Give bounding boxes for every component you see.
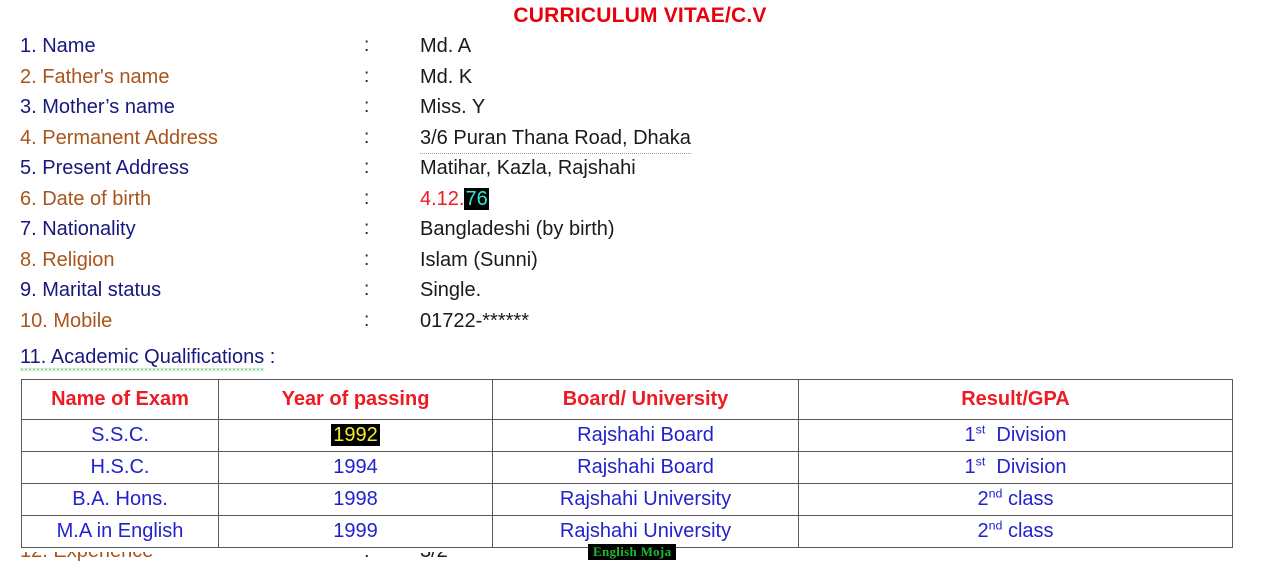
cell-result-main: 2 xyxy=(977,520,989,542)
table-header-result-gpa: Result/GPA xyxy=(798,379,1233,420)
cell-exam: B.A. Hons. xyxy=(21,483,219,516)
info-row-religion: 8. Religion : Islam (Sunni) xyxy=(0,245,1280,276)
cell-board: Rajshahi Board xyxy=(492,419,799,452)
cell-exam: M.A in English xyxy=(21,515,219,548)
cell-result: 1st Division xyxy=(798,451,1233,484)
table-header-board-university: Board/ University xyxy=(492,379,799,420)
cell-result-main: 1 xyxy=(964,456,976,478)
info-row-permanent-address: 4. Permanent Address : 3/6 Puran Thana R… xyxy=(0,123,1280,154)
info-colon-religion: : xyxy=(364,248,370,270)
info-value-present-address: Matihar, Kazla, Rajshahi xyxy=(420,157,636,179)
clipped-row-colon: : xyxy=(364,552,370,562)
info-label-mothers-name: 3. Mother’s name xyxy=(20,96,175,118)
cell-result-tail: Division xyxy=(996,456,1067,478)
cell-result: 1st Division xyxy=(798,419,1233,452)
info-colon-mothers-name: : xyxy=(364,96,370,117)
info-colon-fathers-name: : xyxy=(364,65,370,87)
info-label-name: 1. Name xyxy=(20,35,96,57)
cell-result-tail: Division xyxy=(996,424,1067,446)
academic-qualifications-heading-colon: : xyxy=(264,346,276,368)
clipped-row-value: 3/2 xyxy=(420,552,448,562)
cell-year: 1994 xyxy=(218,451,493,484)
watermark-english-moja: English Moja xyxy=(588,544,677,560)
info-value-date-of-birth: 4.12.76 xyxy=(420,184,489,215)
cell-board: Rajshahi Board xyxy=(492,451,799,484)
info-row-marital-status: 9. Marital status : Single. xyxy=(0,275,1280,306)
info-label-religion: 8. Religion xyxy=(20,248,115,271)
info-value-mobile: 01722-****** xyxy=(420,309,529,332)
cell-result: 2nd class xyxy=(798,515,1233,548)
cell-result-tail: class xyxy=(1007,488,1054,510)
info-row-fathers-name: 2. Father's name : Md. K xyxy=(0,62,1280,93)
cell-result-tail: class xyxy=(1007,520,1054,542)
info-label-nationality: 7. Nationality xyxy=(20,218,136,240)
cell-year: 1992 xyxy=(218,419,493,452)
info-value-nationality: Bangladeshi (by birth) xyxy=(420,218,615,240)
date-of-birth-highlight: 76 xyxy=(464,187,489,210)
cell-result-suffix: st xyxy=(975,454,986,469)
info-row-name: 1. Name : Md. A xyxy=(0,31,1280,62)
info-value-marital-status: Single. xyxy=(420,279,482,301)
academic-qualifications-table: Name of Exam Year of passing Board/ Univ… xyxy=(21,379,1233,548)
clipped-row-label: 12. Experience xyxy=(20,552,153,562)
cell-result-main: 2 xyxy=(977,488,989,510)
cell-result-main: 1 xyxy=(964,424,976,446)
info-colon-mobile: : xyxy=(364,309,370,331)
info-colon-present-address: : xyxy=(364,157,370,178)
info-label-permanent-address: 4. Permanent Address xyxy=(20,126,218,149)
table-row: B.A. Hons. 1998 Rajshahi University 2nd … xyxy=(21,483,1233,516)
academic-qualifications-heading: 11. Academic Qualifications : xyxy=(20,346,275,369)
info-row-mobile: 10. Mobile : 01722-****** xyxy=(0,306,1280,337)
table-header-name-of-exam: Name of Exam xyxy=(21,379,219,420)
cell-year-highlight: 1992 xyxy=(331,424,380,446)
info-label-present-address: 5. Present Address xyxy=(20,157,189,179)
info-colon-nationality: : xyxy=(364,218,370,239)
page-title: CURRICULUM VITAE/C.V xyxy=(513,4,767,27)
info-label-marital-status: 9. Marital status xyxy=(20,279,162,301)
info-value-religion: Islam (Sunni) xyxy=(420,248,538,271)
cell-year: 1998 xyxy=(218,483,493,516)
cell-result-suffix: nd xyxy=(988,518,1003,533)
cell-result: 2nd class xyxy=(798,483,1233,516)
cell-board: Rajshahi University xyxy=(492,483,799,516)
cell-exam: H.S.C. xyxy=(21,451,219,484)
info-value-mothers-name: Miss. Y xyxy=(420,96,486,118)
cell-board: Rajshahi University xyxy=(492,515,799,548)
cell-result-suffix: st xyxy=(975,422,986,437)
table-header-row: Name of Exam Year of passing Board/ Univ… xyxy=(21,379,1233,420)
info-value-permanent-address: 3/6 Puran Thana Road, Dhaka xyxy=(420,123,691,154)
info-label-date-of-birth: 6. Date of birth xyxy=(20,187,152,210)
table-row: M.A in English 1999 Rajshahi University … xyxy=(21,515,1233,548)
info-colon-permanent-address: : xyxy=(364,126,370,148)
info-colon-date-of-birth: : xyxy=(364,187,370,209)
table-row: S.S.C. 1992 Rajshahi Board 1st Division xyxy=(21,419,1233,452)
info-row-present-address: 5. Present Address : Matihar, Kazla, Raj… xyxy=(0,153,1280,184)
info-value-name: Md. A xyxy=(420,35,472,57)
cell-result-suffix: nd xyxy=(988,486,1003,501)
info-row-nationality: 7. Nationality : Bangladeshi (by birth) xyxy=(0,214,1280,245)
info-row-date-of-birth: 6. Date of birth : 4.12.76 xyxy=(0,184,1280,215)
cell-exam: S.S.C. xyxy=(21,419,219,452)
table-row: H.S.C. 1994 Rajshahi Board 1st Division xyxy=(21,451,1233,484)
info-colon-marital-status: : xyxy=(364,279,370,300)
info-row-mothers-name: 3. Mother’s name : Miss. Y xyxy=(0,92,1280,123)
table-header-year-of-passing: Year of passing xyxy=(218,379,493,420)
personal-info-list: 1. Name : Md. A 2. Father's name : Md. K… xyxy=(0,31,1280,336)
cell-year: 1999 xyxy=(218,515,493,548)
info-label-mobile: 10. Mobile xyxy=(20,309,113,332)
info-label-fathers-name: 2. Father's name xyxy=(20,65,170,88)
academic-qualifications-heading-text: 11. Academic Qualifications xyxy=(20,346,265,371)
info-colon-name: : xyxy=(364,35,370,56)
date-of-birth-prefix: 4.12. xyxy=(420,187,465,210)
info-value-fathers-name: Md. K xyxy=(420,65,473,88)
